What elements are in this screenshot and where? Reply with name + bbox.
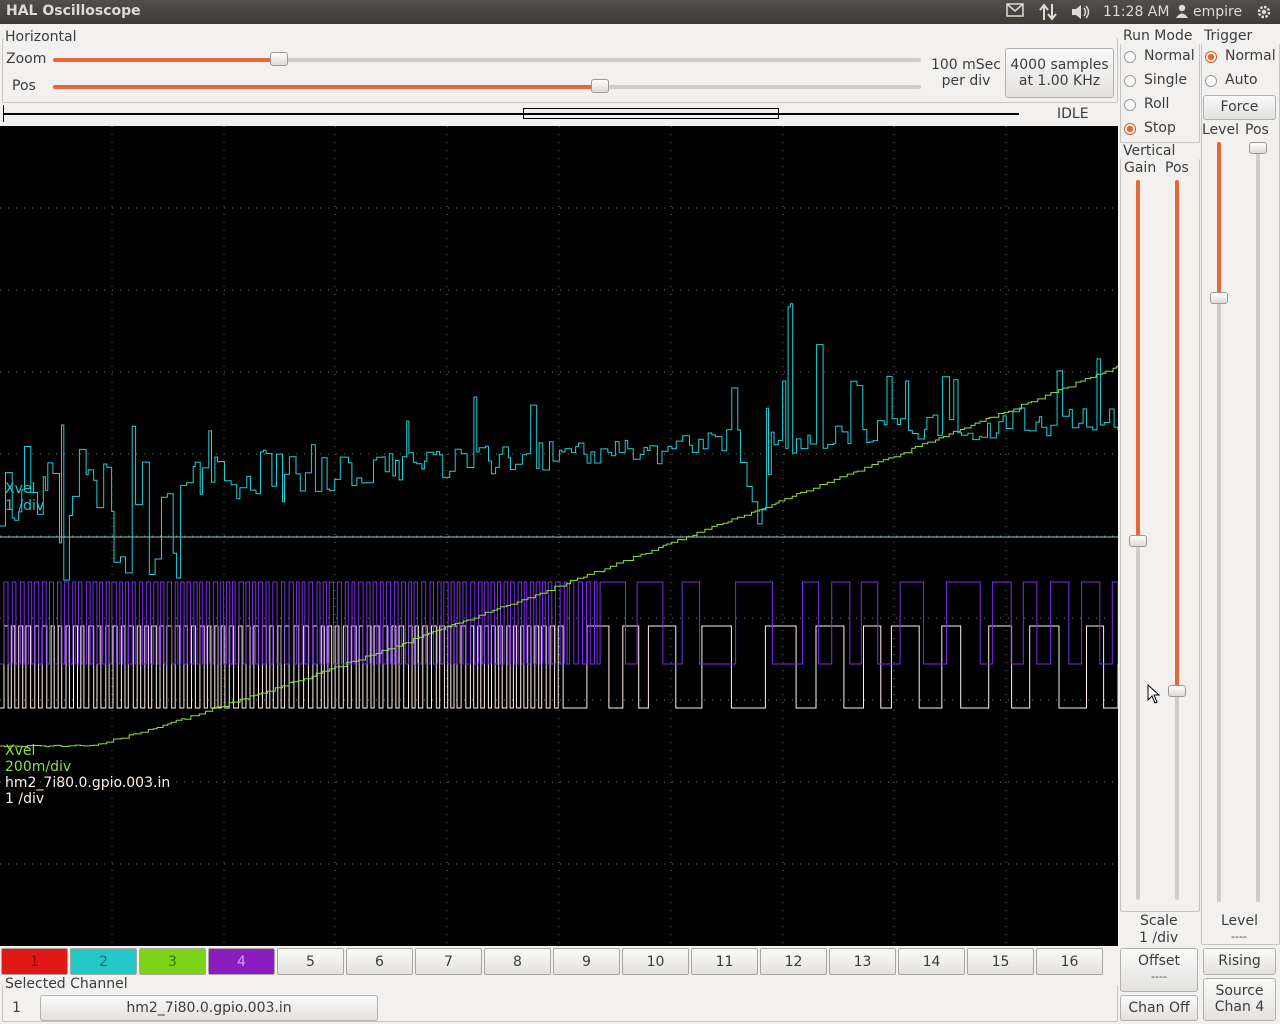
pos-slider-handle[interactable] — [591, 79, 609, 93]
selected-channel-number: 1 — [12, 1000, 21, 1016]
record-window — [523, 108, 779, 119]
run-mode-option-stop[interactable]: Stop — [1144, 120, 1176, 136]
trigger-level-readout-label: Level — [1221, 913, 1258, 929]
trigger-level-label: Level — [1202, 122, 1239, 138]
channel-button-12[interactable]: 12 — [760, 948, 827, 975]
vertical-pos-label: Pos — [1165, 160, 1189, 176]
run-mode-label: Run Mode — [1123, 28, 1195, 44]
force-button[interactable]: Force — [1203, 95, 1276, 120]
ch1-scale: 1 /div — [5, 791, 45, 807]
run-mode-radio-roll[interactable] — [1124, 99, 1136, 111]
channel-button-8[interactable]: 8 — [484, 948, 551, 975]
vertical-pos-slider[interactable] — [1168, 180, 1186, 900]
gear-icon[interactable] — [1255, 3, 1273, 21]
ch2-scale: 1 /div — [5, 498, 45, 514]
user-name[interactable]: empire — [1193, 4, 1242, 20]
waveform-display[interactable]: Xvel 1 /div Xvel 200m/div hm2_7i80.0.gpi… — [0, 126, 1119, 946]
pos-label: Pos — [12, 78, 36, 94]
channel-button-9[interactable]: 9 — [553, 948, 620, 975]
app-title: HAL Oscilloscope — [6, 3, 141, 19]
zoom-label: Zoom — [6, 51, 47, 67]
trigger-radio-auto[interactable] — [1205, 75, 1217, 87]
scale-label: Scale — [1140, 913, 1178, 929]
gain-slider-handle[interactable] — [1129, 535, 1147, 547]
offset-value: ---- — [1151, 970, 1167, 983]
selected-channel-name-button[interactable]: hm2_7i80.0.gpio.003.in — [40, 995, 378, 1021]
run-mode-option-roll[interactable]: Roll — [1144, 96, 1169, 112]
waveform-canvas — [0, 126, 1119, 946]
trigger-option-auto[interactable]: Auto — [1225, 72, 1258, 88]
horizontal-label: Horizontal — [5, 29, 80, 45]
gain-label: Gain — [1124, 160, 1157, 176]
trigger-pos-handle[interactable] — [1249, 142, 1267, 154]
gain-slider[interactable] — [1129, 180, 1147, 900]
volume-icon[interactable] — [1070, 3, 1092, 21]
trigger-radio-normal[interactable] — [1205, 51, 1217, 63]
zoom-slider-fill — [53, 58, 279, 62]
channel-button-13[interactable]: 13 — [829, 948, 896, 975]
vertical-label: Vertical — [1123, 143, 1178, 159]
trigger-option-normal[interactable]: Normal — [1225, 48, 1276, 64]
run-mode-option-single[interactable]: Single — [1144, 72, 1187, 88]
vertical-pos-handle[interactable] — [1168, 685, 1186, 697]
trigger-source-channel: Chan 4 — [1214, 999, 1265, 1015]
trigger-source-button[interactable]: Source Chan 4 — [1203, 978, 1276, 1021]
mouse-cursor-icon — [1147, 683, 1161, 708]
ch3-scale: 200m/div — [5, 759, 72, 775]
channel-button-16[interactable]: 16 — [1036, 948, 1103, 975]
grid — [0, 126, 1118, 946]
trigger-edge-button[interactable]: Rising — [1203, 948, 1276, 975]
ch2-name: Xvel — [5, 481, 36, 497]
mail-icon[interactable] — [1006, 3, 1024, 21]
channel-button-7[interactable]: 7 — [415, 948, 482, 975]
selected-channel-label: Selected Channel — [5, 976, 131, 992]
record-position-bar — [2, 103, 1022, 123]
offset-button[interactable]: Offset ---- — [1120, 948, 1198, 992]
ch1-name: hm2_7i80.0.gpio.003.in — [5, 775, 171, 791]
trigger-source-label: Source — [1215, 983, 1264, 999]
chan-off-button[interactable]: Chan Off — [1120, 995, 1198, 1021]
channel-button-10[interactable]: 10 — [622, 948, 689, 975]
top-panel: HAL Oscilloscope 11:28 AM empire — [0, 0, 1280, 24]
ch3-name: Xvel — [5, 743, 36, 759]
channel-button-3[interactable]: 3 — [139, 948, 206, 975]
channel-button-5[interactable]: 5 — [277, 948, 344, 975]
run-mode-radio-normal[interactable] — [1124, 51, 1136, 63]
channel-button-4[interactable]: 4 — [208, 948, 275, 975]
channel-button-14[interactable]: 14 — [898, 948, 965, 975]
trigger-level-handle[interactable] — [1210, 292, 1228, 304]
acquisition-state: IDLE — [1057, 106, 1089, 122]
timebase-unit: per div — [941, 73, 991, 89]
timebase-value: 100 mSec — [930, 57, 1001, 73]
samples-count: 4000 samples — [1010, 57, 1109, 73]
channel-button-15[interactable]: 15 — [967, 948, 1034, 975]
run-mode-radio-stop[interactable] — [1124, 123, 1136, 135]
trigger-level-slider[interactable] — [1210, 142, 1228, 902]
clock[interactable]: 11:28 AM — [1103, 4, 1169, 20]
ch2-trace — [0, 303, 1119, 581]
trigger-label: Trigger — [1204, 28, 1255, 44]
samples-button[interactable]: 4000 samples at 1.00 KHz — [1005, 48, 1114, 98]
channel-button-2[interactable]: 2 — [70, 948, 137, 975]
zoom-slider[interactable] — [53, 52, 921, 68]
timebase-readout: 100 mSec per div — [928, 57, 1004, 89]
zoom-slider-handle[interactable] — [270, 52, 288, 66]
trigger-level-readout-value: ---- — [1231, 930, 1247, 943]
user-icon — [1176, 4, 1188, 22]
channel-button-6[interactable]: 6 — [346, 948, 413, 975]
samples-rate: at 1.00 KHz — [1018, 73, 1101, 89]
scale-value: 1 /div — [1139, 930, 1179, 946]
trigger-pos-slider[interactable] — [1249, 142, 1267, 902]
run-mode-option-normal[interactable]: Normal — [1144, 48, 1195, 64]
run-mode-radio-single[interactable] — [1124, 75, 1136, 87]
trigger-pos-label: Pos — [1245, 122, 1269, 138]
pos-slider-fill — [53, 85, 600, 89]
horizontal-pos-slider[interactable] — [53, 79, 921, 95]
offset-label: Offset — [1137, 953, 1181, 969]
network-icon[interactable] — [1038, 3, 1058, 21]
channel-button-1[interactable]: 1 — [1, 948, 68, 975]
channel-button-11[interactable]: 11 — [691, 948, 758, 975]
